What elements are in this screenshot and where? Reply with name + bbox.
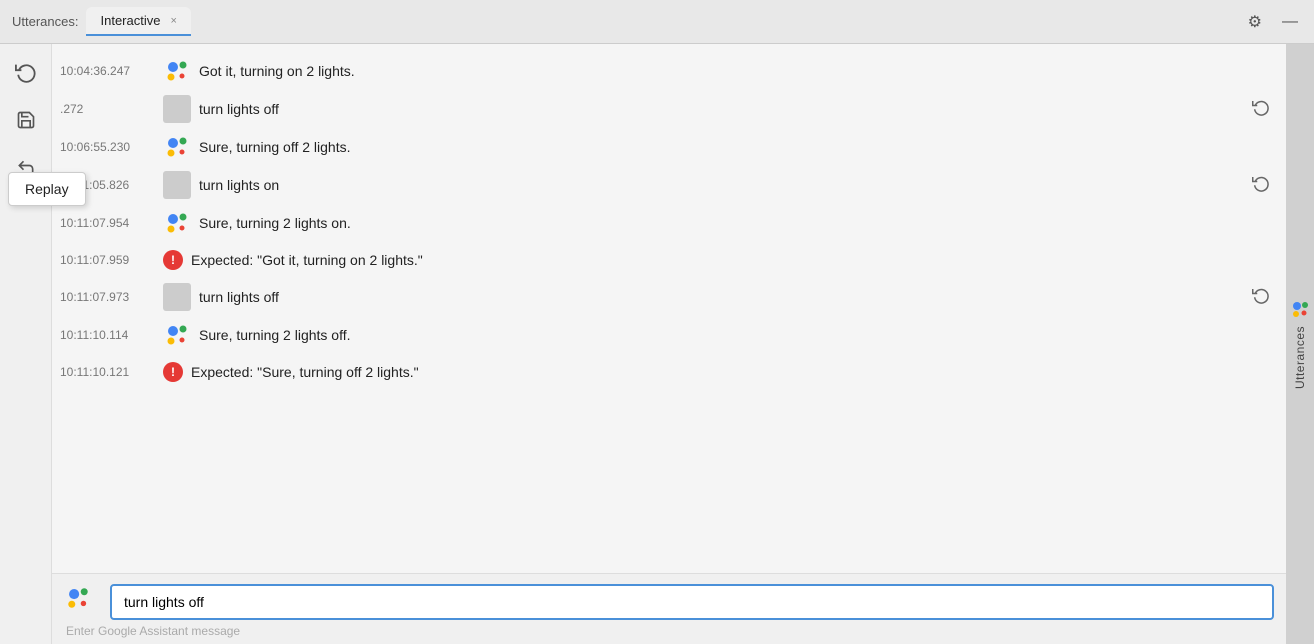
utterance-text: turn lights off <box>199 101 1236 117</box>
timestamp: 10:11:10.121 <box>60 365 155 379</box>
timestamp: 10:06:55.230 <box>60 140 155 154</box>
utterance-row: 10:11:07.959 ! Expected: "Got it, turnin… <box>52 242 1286 278</box>
assistant-avatar <box>163 57 191 85</box>
main-content: Replay 10:04:36.247 <box>0 44 1314 644</box>
timestamp: 10:04:36.247 <box>60 64 155 78</box>
utterance-text: Sure, turning 2 lights off. <box>199 327 1274 343</box>
minimize-button[interactable]: — <box>1278 11 1302 33</box>
utterance-row: 10:04:36.247 Got it, turning on 2 lights… <box>52 52 1286 90</box>
timestamp: 10:11:07.959 <box>60 253 155 267</box>
timestamp: 10:11:10.114 <box>60 328 155 342</box>
user-avatar <box>163 171 191 199</box>
timestamp: .272 <box>60 102 155 116</box>
input-area: Enter Google Assistant message <box>52 573 1286 644</box>
utterance-text: Expected: "Got it, turning on 2 lights." <box>191 252 1274 268</box>
right-utterances-tab[interactable]: Utterances <box>1286 44 1314 644</box>
input-hint: Enter Google Assistant message <box>66 624 1274 638</box>
input-assistant-avatar <box>64 584 100 620</box>
utterance-text: Expected: "Sure, turning off 2 lights." <box>191 364 1274 380</box>
utterance-text: Sure, turning 2 lights on. <box>199 215 1274 231</box>
assistant-avatar <box>163 209 191 237</box>
utterance-row: 10:11:10.121 ! Expected: "Sure, turning … <box>52 354 1286 390</box>
title-bar: Utterances: Interactive × ⚙ — <box>0 0 1314 44</box>
timestamp: 10:11:07.973 <box>60 290 155 304</box>
replay-sidebar-button[interactable] <box>10 56 42 88</box>
title-bar-actions: ⚙ — <box>1244 10 1302 34</box>
replay-button[interactable] <box>1248 172 1274 199</box>
utterance-text: turn lights off <box>199 289 1236 305</box>
replay-tooltip: Replay <box>8 172 86 206</box>
utterance-row: 10:06:55.230 Sure, turning off 2 lights. <box>52 128 1286 166</box>
tab-label: Interactive <box>100 13 160 28</box>
user-avatar <box>163 95 191 123</box>
utterance-row: 10:11:07.954 Sure, turning 2 lights on. <box>52 204 1286 242</box>
utterance-row: 10:11:10.114 Sure, turning 2 lights off. <box>52 316 1286 354</box>
warning-icon: ! <box>163 250 183 270</box>
settings-button[interactable]: ⚙ <box>1244 10 1266 34</box>
sidebar: Replay <box>0 44 52 644</box>
replay-button[interactable] <box>1248 284 1274 311</box>
input-field-container <box>110 584 1274 620</box>
message-input[interactable] <box>110 584 1274 620</box>
utterances-panel: 10:04:36.247 Got it, turning on 2 lights… <box>52 44 1286 644</box>
user-avatar <box>163 283 191 311</box>
replay-button[interactable] <box>1248 96 1274 123</box>
warning-icon: ! <box>163 362 183 382</box>
app-window: Utterances: Interactive × ⚙ — Replay <box>0 0 1314 644</box>
save-sidebar-button[interactable] <box>10 104 42 136</box>
timestamp: 10:11:07.954 <box>60 216 155 230</box>
assistant-avatar <box>163 133 191 161</box>
right-tab-ga-logo <box>1289 298 1311 320</box>
utterance-row: .272 turn lights off <box>52 90 1286 128</box>
utterances-list: 10:04:36.247 Got it, turning on 2 lights… <box>52 44 1286 573</box>
utterances-label: Utterances: <box>12 14 78 29</box>
assistant-avatar <box>163 321 191 349</box>
tab-interactive[interactable]: Interactive × <box>86 7 190 36</box>
utterance-text: Got it, turning on 2 lights. <box>199 63 1274 79</box>
tab-close-button[interactable]: × <box>170 15 176 27</box>
utterance-text: turn lights on <box>199 177 1236 193</box>
utterance-text: Sure, turning off 2 lights. <box>199 139 1274 155</box>
utterance-row: 10:11:05.826 turn lights on <box>52 166 1286 204</box>
utterance-row: 10:11:07.973 turn lights off <box>52 278 1286 316</box>
right-tab-content: Utterances <box>1289 298 1311 389</box>
input-row <box>64 584 1274 620</box>
right-tab-label: Utterances <box>1293 326 1307 389</box>
